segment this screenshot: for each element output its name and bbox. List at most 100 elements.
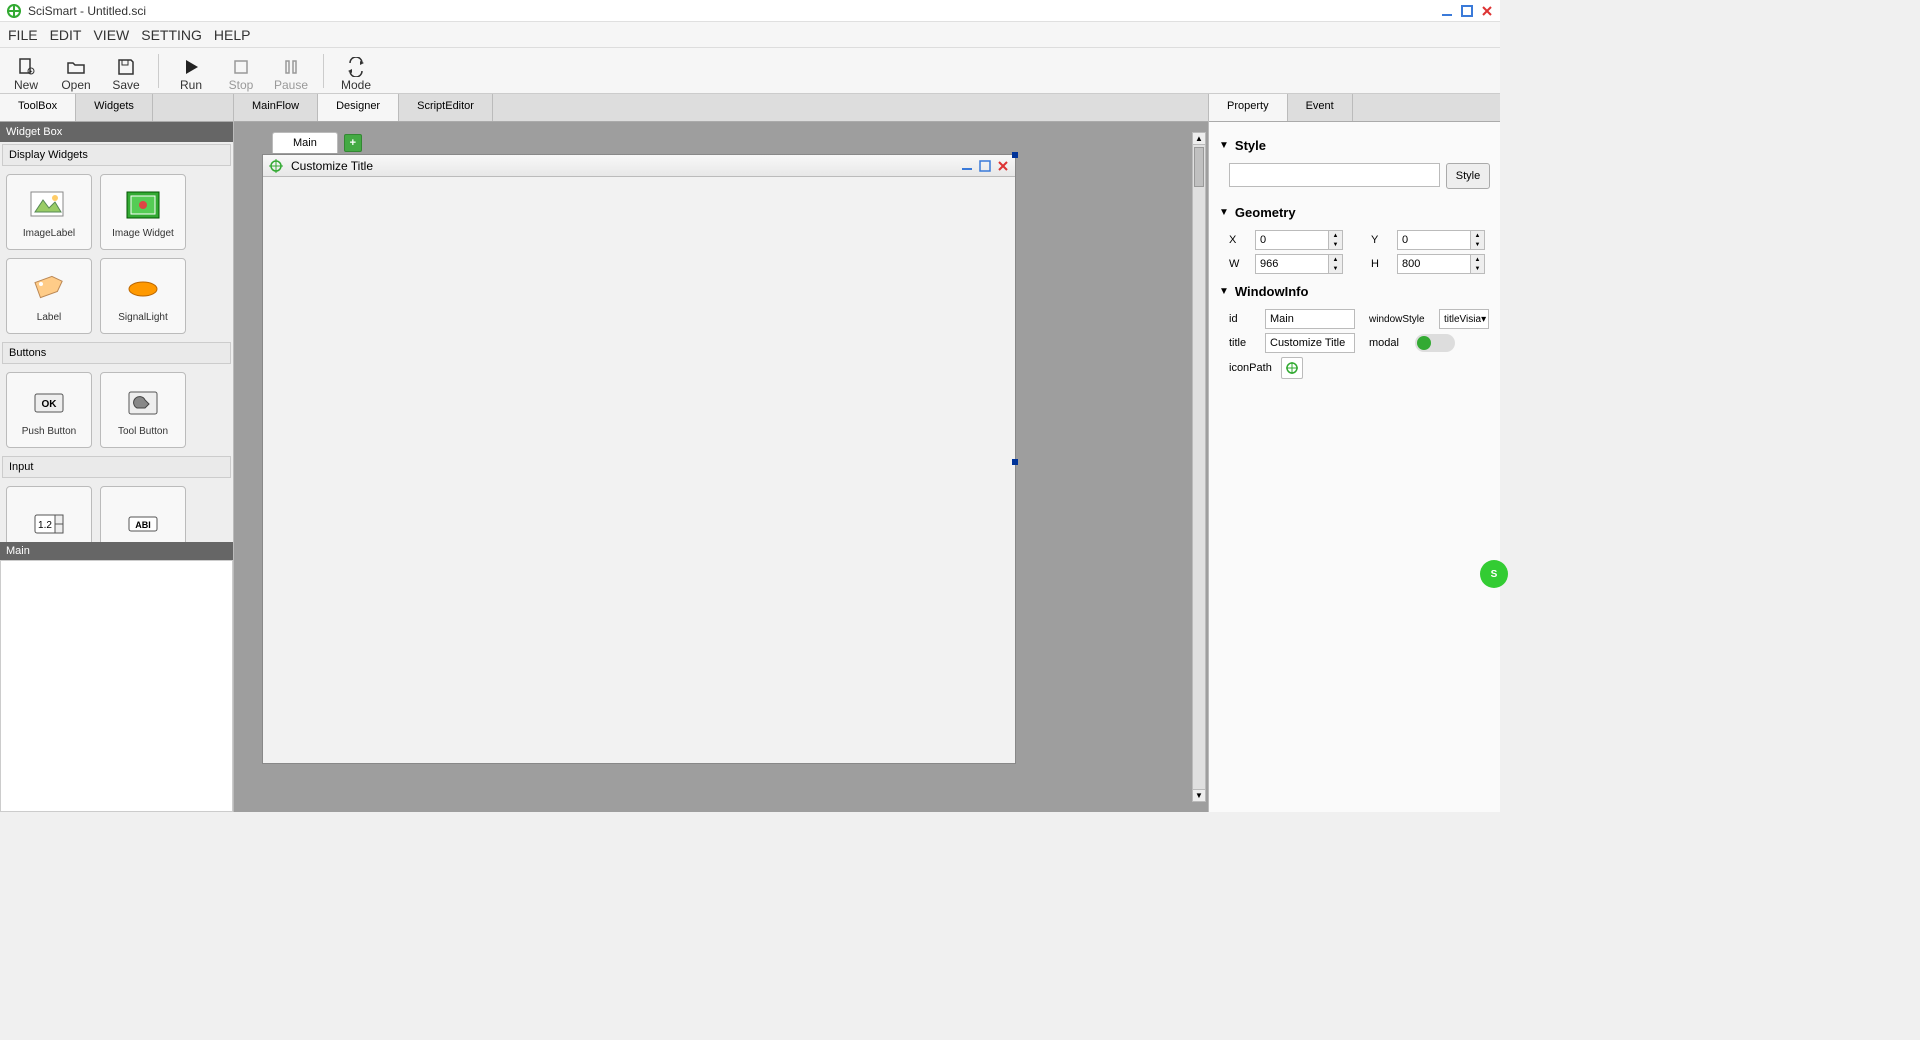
menu-edit[interactable]: EDIT [50, 27, 82, 43]
svg-text:OK: OK [42, 399, 58, 410]
spinbox-icon: 1.2 [27, 505, 71, 542]
new-button[interactable]: + New [8, 50, 44, 92]
section-geometry[interactable]: Geometry [1219, 199, 1490, 226]
design-window-title: Customize Title [291, 159, 373, 173]
imagewidget-icon [121, 186, 165, 224]
label-title: title [1229, 337, 1257, 349]
scroll-down-icon[interactable]: ▼ [1193, 789, 1205, 801]
geometry-x-input[interactable]: ▲▼ [1255, 230, 1343, 250]
scroll-up-icon[interactable]: ▲ [1193, 133, 1205, 145]
toolbutton-icon [121, 384, 165, 422]
label-h: H [1371, 258, 1389, 270]
design-maximize-icon[interactable] [979, 160, 991, 172]
run-label: Run [180, 78, 202, 92]
stop-button[interactable]: Stop [223, 50, 259, 92]
scroll-thumb[interactable] [1194, 147, 1204, 187]
svg-text:+: + [30, 69, 33, 75]
tab-mainflow[interactable]: MainFlow [234, 94, 318, 121]
tab-property[interactable]: Property [1209, 94, 1288, 121]
widget-imagewidget[interactable]: Image Widget [100, 174, 186, 250]
pause-button[interactable]: Pause [273, 50, 309, 92]
section-windowinfo[interactable]: WindowInfo [1219, 278, 1490, 305]
style-button[interactable]: Style [1446, 163, 1490, 189]
category-buttons[interactable]: Buttons [2, 342, 231, 364]
label-x: X [1229, 234, 1247, 246]
design-window-titlebar: Customize Title [263, 155, 1015, 177]
label-y: Y [1371, 234, 1389, 246]
menu-view[interactable]: VIEW [93, 27, 129, 43]
geometry-y-input[interactable]: ▲▼ [1397, 230, 1485, 250]
category-display-widgets[interactable]: Display Widgets [2, 144, 231, 166]
app-title: SciSmart - Untitled.sci [28, 4, 146, 18]
widgetbox-header: Widget Box [0, 122, 233, 142]
save-label: Save [112, 78, 139, 92]
windowinfo-id-input[interactable] [1265, 309, 1355, 329]
widget-label[interactable]: Label [6, 258, 92, 334]
new-file-icon: + [16, 56, 36, 78]
design-minimize-icon[interactable] [961, 160, 973, 172]
designer-page-tab[interactable]: Main [272, 132, 338, 153]
widget-signallight[interactable]: SignalLight [100, 258, 186, 334]
close-icon[interactable] [1480, 4, 1494, 18]
tab-widgets[interactable]: Widgets [76, 94, 153, 121]
svg-text:ABI: ABI [135, 520, 151, 530]
menu-setting[interactable]: SETTING [141, 27, 202, 43]
mode-button[interactable]: Mode [338, 50, 374, 92]
design-close-icon[interactable] [997, 160, 1009, 172]
widget-pushbutton[interactable]: OK Push Button [6, 372, 92, 448]
geometry-h-input[interactable]: ▲▼ [1397, 254, 1485, 274]
new-label: New [14, 78, 38, 92]
save-button[interactable]: Save [108, 50, 144, 92]
add-page-button[interactable]: + [344, 134, 362, 152]
stop-label: Stop [229, 78, 254, 92]
menu-file[interactable]: FILE [8, 27, 38, 43]
style-input[interactable] [1229, 163, 1440, 187]
right-tabs: Property Event [1209, 94, 1500, 122]
section-style[interactable]: Style [1219, 132, 1490, 159]
resize-handle[interactable] [1012, 459, 1018, 465]
widget-spinbox[interactable]: 1.2 [6, 486, 92, 542]
tab-event[interactable]: Event [1288, 94, 1353, 121]
tab-scripteditor[interactable]: ScriptEditor [399, 94, 493, 121]
widget-label-text: Label [37, 312, 61, 323]
left-tabs: ToolBox Widgets [0, 94, 233, 122]
pause-icon [282, 56, 300, 78]
widget-label: ImageLabel [23, 228, 75, 239]
minimize-icon[interactable] [1440, 4, 1454, 18]
save-icon [116, 56, 136, 78]
windowinfo-modal-toggle[interactable] [1415, 334, 1455, 352]
resize-handle[interactable] [1012, 152, 1018, 158]
center-panel: MainFlow Designer ScriptEditor Main + Cu… [234, 94, 1208, 812]
designer-canvas[interactable]: Main + Customize Title ▲ [234, 122, 1208, 812]
floating-action-button[interactable]: S [1480, 560, 1508, 588]
folder-open-icon [66, 56, 86, 78]
windowinfo-windowstyle-select[interactable]: titleVisia▾ [1439, 309, 1489, 329]
mode-label: Mode [341, 78, 371, 92]
tab-designer[interactable]: Designer [318, 94, 399, 121]
geometry-w-input[interactable]: ▲▼ [1255, 254, 1343, 274]
widget-label: Image Widget [112, 228, 174, 239]
label-windowstyle: windowStyle [1369, 314, 1431, 325]
canvas-vertical-scrollbar[interactable]: ▲ ▼ [1192, 132, 1206, 802]
widget-label: SignalLight [118, 312, 167, 323]
right-panel: Property Event Style Style Geometry X ▲▼… [1208, 94, 1500, 812]
widget-toolbutton[interactable]: Tool Button [100, 372, 186, 448]
window-target-icon [269, 159, 283, 173]
windowinfo-title-input[interactable] [1265, 333, 1355, 353]
category-input[interactable]: Input [2, 456, 231, 478]
design-window[interactable]: Customize Title [262, 154, 1016, 764]
imagelabel-icon [27, 186, 71, 224]
hierarchy-tree[interactable] [0, 560, 233, 812]
windowinfo-iconpath-button[interactable] [1281, 357, 1303, 379]
open-label: Open [61, 78, 90, 92]
widget-imagelabel[interactable]: ImageLabel [6, 174, 92, 250]
maximize-icon[interactable] [1460, 4, 1474, 18]
app-icon [6, 3, 22, 19]
svg-text:1.2: 1.2 [38, 520, 52, 531]
menu-help[interactable]: HELP [214, 27, 251, 43]
widget-lineedit[interactable]: ABI [100, 486, 186, 542]
label-w: W [1229, 258, 1247, 270]
run-button[interactable]: Run [173, 50, 209, 92]
open-button[interactable]: Open [58, 50, 94, 92]
tab-toolbox[interactable]: ToolBox [0, 94, 76, 121]
